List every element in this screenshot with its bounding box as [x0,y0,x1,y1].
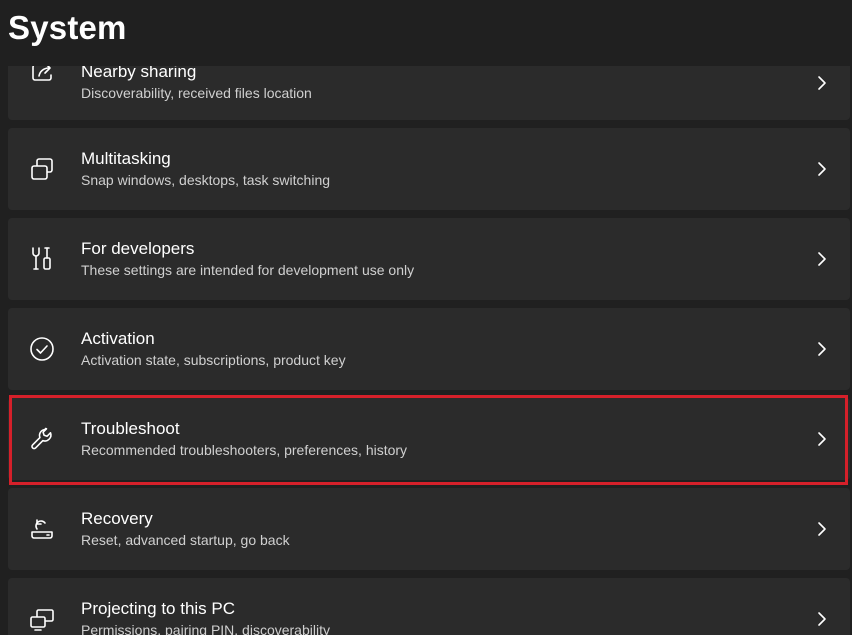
settings-page: Nearby sharing Discoverability, received… [0,0,852,635]
page-title: System [8,9,127,46]
item-description: Activation state, subscriptions, product… [81,352,346,368]
settings-item-activation[interactable]: Activation Activation state, subscriptio… [8,308,850,390]
item-label: For developers [81,239,195,258]
checkmark-circle-icon [28,335,56,363]
chevron-right-icon [814,611,828,627]
settings-list: Nearby sharing Discoverability, received… [0,0,852,635]
item-description: Snap windows, desktops, task switching [81,172,331,188]
projecting-icon [28,605,56,633]
settings-item-multitasking[interactable]: Multitasking Snap windows, desktops, tas… [8,128,850,210]
settings-item-troubleshoot[interactable]: Troubleshoot Recommended troubleshooters… [8,398,850,480]
item-description: Recommended troubleshooters, preferences… [81,442,408,458]
item-label: Troubleshoot [81,419,180,438]
item-label: Recovery [81,509,153,528]
developer-tools-icon [28,245,56,273]
item-description: These settings are intended for developm… [81,262,415,278]
wrench-icon [28,425,56,453]
chevron-right-icon [814,431,828,447]
item-label: Activation [81,329,155,348]
chevron-right-icon [814,521,828,537]
chevron-right-icon [814,251,828,267]
page-header: System [0,0,852,66]
settings-item-for-developers[interactable]: For developers These settings are intend… [8,218,850,300]
recovery-icon [28,515,56,543]
item-description: Reset, advanced startup, go back [81,532,290,548]
settings-item-recovery[interactable]: Recovery Reset, advanced startup, go bac… [8,488,850,570]
chevron-right-icon [814,341,828,357]
item-label: Multitasking [81,149,171,168]
item-label: Projecting to this PC [81,599,236,618]
item-description: Permissions, pairing PIN, discoverabilit… [81,622,330,635]
chevron-right-icon [814,75,828,91]
item-description: Discoverability, received files location [81,85,312,101]
settings-item-projecting[interactable]: Projecting to this PC Permissions, pairi… [8,578,850,635]
multitasking-icon [28,155,56,183]
chevron-right-icon [814,161,828,177]
